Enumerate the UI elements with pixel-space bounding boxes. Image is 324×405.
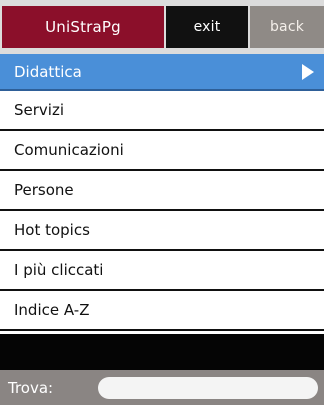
exit-button[interactable]: exit xyxy=(166,6,248,48)
menu-item-servizi[interactable]: Servizi xyxy=(0,91,324,131)
menu-item-persone[interactable]: Persone xyxy=(0,171,324,211)
brand-button[interactable]: UniStraPg xyxy=(2,6,164,48)
top-bar: UniStraPg exit back xyxy=(0,0,324,54)
search-label: Trova: xyxy=(8,378,54,397)
menu-item-label: I più cliccati xyxy=(14,261,104,279)
menu-item-label: Hot topics xyxy=(14,221,90,239)
spacer-band xyxy=(0,334,324,370)
menu-item-didattica[interactable]: Didattica xyxy=(0,54,324,91)
menu-item-label: Servizi xyxy=(14,101,65,119)
menu-item-label: Didattica xyxy=(14,62,82,81)
search-bar: Trova: xyxy=(0,370,324,405)
back-button[interactable]: back xyxy=(250,6,324,48)
menu-item-label: Persone xyxy=(14,181,74,199)
menu-item-indice-az[interactable]: Indice A-Z xyxy=(0,291,324,331)
menu-item-hot-topics[interactable]: Hot topics xyxy=(0,211,324,251)
menu-item-label: Indice A-Z xyxy=(14,301,90,319)
menu-item-piu-cliccati[interactable]: I più cliccati xyxy=(0,251,324,291)
search-input[interactable] xyxy=(98,377,318,399)
arrow-right-icon xyxy=(302,63,314,80)
menu-item-label: Comunicazioni xyxy=(14,141,124,159)
main-menu: Didattica Servizi Comunicazioni Persone … xyxy=(0,54,324,331)
menu-item-comunicazioni[interactable]: Comunicazioni xyxy=(0,131,324,171)
app-screen: UniStraPg exit back Didattica Servizi Co… xyxy=(0,0,324,405)
